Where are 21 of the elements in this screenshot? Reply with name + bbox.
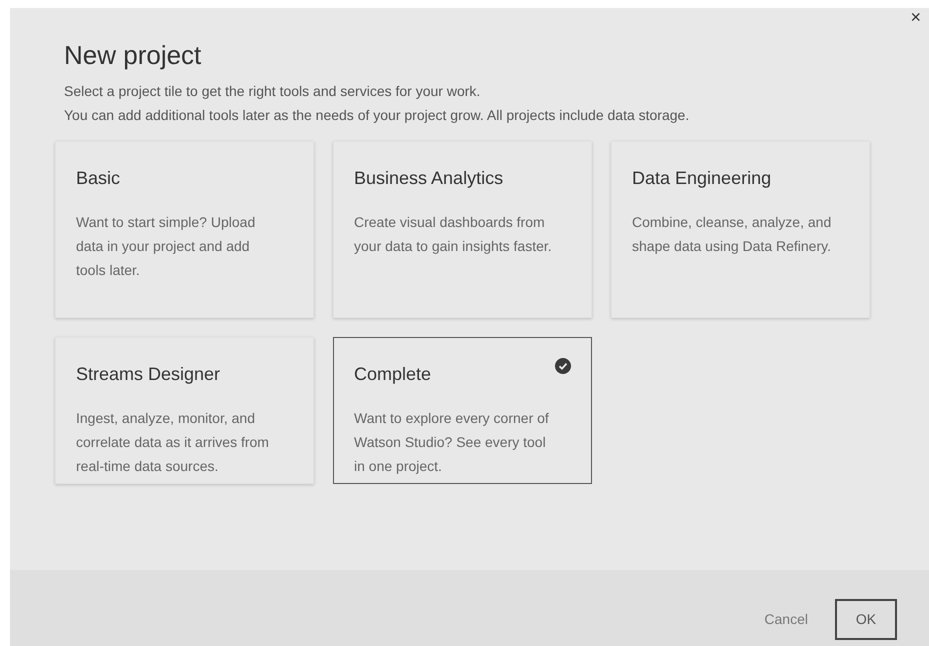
project-tile[interactable]: Data Engineering Combine, cleanse, analyze, and shape data using Data Refinery. — [611, 141, 870, 318]
close-button[interactable]: × — [910, 8, 921, 26]
tile-description: Combine, cleanse, analyze, and shape data using Data Refinery. — [632, 213, 832, 256]
intro-text: Select a project tile to get the right tools and services for your work. — [64, 82, 482, 100]
tile-title: Data Engineering — [632, 167, 772, 190]
tile-title: Complete — [354, 363, 432, 386]
tile-description: Want to explore every corner of Watson Studio? See every tool in one project. — [354, 409, 550, 476]
tile-description: Ingest, analyze, monitor, and correlate data as it arrives from real-time data sources. — [76, 409, 270, 476]
project-tile[interactable]: Business Analytics Create visual dashboards from your data to gain insights faster. — [333, 141, 592, 318]
tile-description: Want to start simple? Upload data in your project and add tools later. — [76, 213, 256, 280]
tile-title: Basic — [76, 167, 120, 190]
project-tile[interactable]: Complete Want to explore every corner of Watson Studio? See every tool in one project. — [333, 337, 592, 484]
project-tile[interactable]: Basic Want to start simple? Upload data in your project and add tools later. — [55, 141, 314, 318]
checkmark-icon — [555, 358, 571, 374]
intro-text: You can add additional tools later as the needs of your project grow. All projects include data storage. — [64, 106, 690, 124]
tile-description: Create visual dashboards from your data to gain insights faster. — [354, 213, 553, 256]
tile-title: Streams Designer — [76, 363, 220, 386]
ok-button[interactable]: OK — [835, 599, 897, 640]
dialog-title: New project — [64, 39, 202, 72]
tile-title: Business Analytics — [354, 167, 504, 190]
project-tile[interactable]: Streams Designer Ingest, analyze, monitor, and correlate data as it arrives from real-time data sources. — [55, 337, 314, 484]
